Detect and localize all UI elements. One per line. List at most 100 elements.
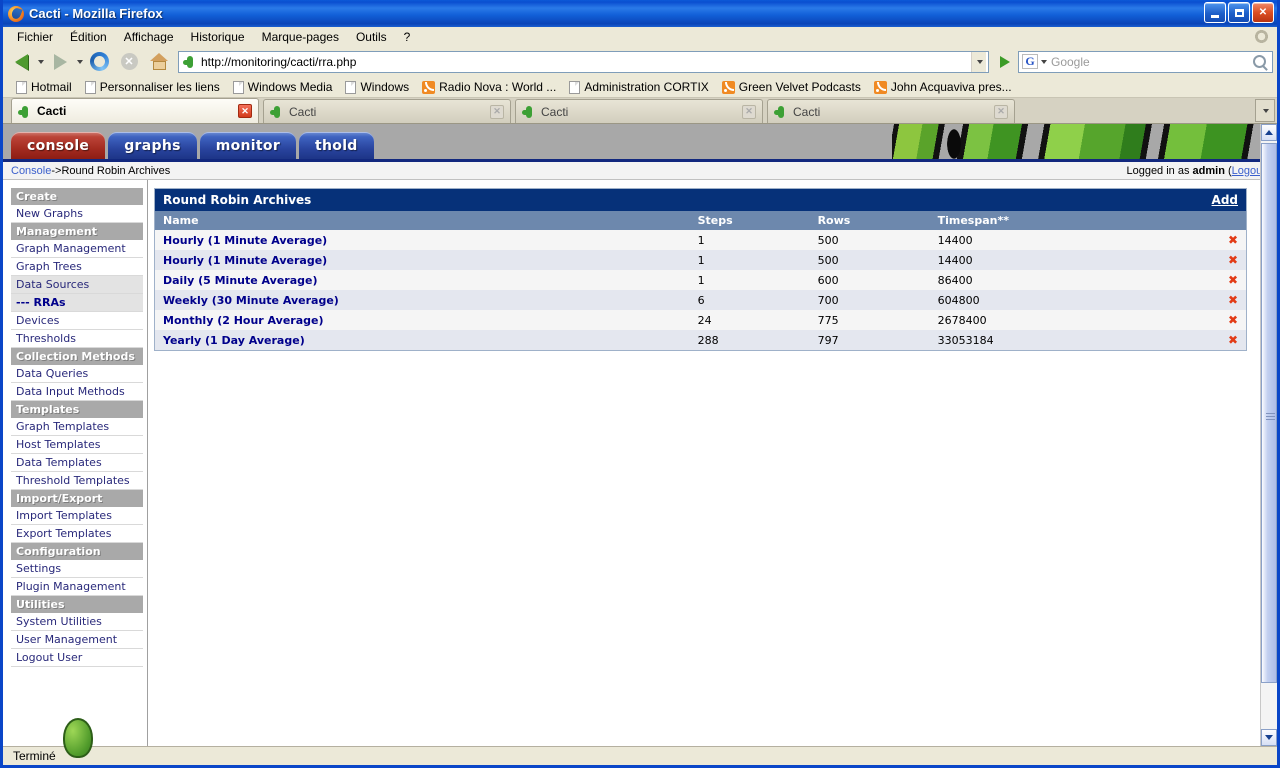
delete-x-icon[interactable]: ✖ (1228, 253, 1238, 267)
scrollbar-track[interactable] (1261, 141, 1277, 729)
tab-cacti-3[interactable]: Cacti ✕ (515, 99, 763, 123)
column-header-rows[interactable]: Rows (809, 211, 930, 230)
sidebar-item-graph-trees[interactable]: Graph Trees (11, 258, 143, 276)
close-icon[interactable]: ✕ (490, 104, 504, 119)
scroll-up-button[interactable] (1261, 124, 1277, 141)
nav-tab-console[interactable]: console (11, 132, 106, 159)
rra-link[interactable]: Daily (5 Minute Average) (163, 274, 318, 287)
sidebar-item-plugin-management[interactable]: Plugin Management (11, 578, 143, 596)
bookmark-administration-cortix[interactable]: Administration CORTIX (564, 79, 713, 95)
minimize-button[interactable] (1204, 2, 1226, 23)
delete-x-icon[interactable]: ✖ (1228, 313, 1238, 327)
column-header-timespan[interactable]: Timespan** (929, 211, 1220, 230)
bookmark-windows-media[interactable]: Windows Media (228, 79, 338, 95)
address-bar[interactable]: http://monitoring/cacti/rra.php (178, 50, 989, 73)
sidebar-item-host-templates[interactable]: Host Templates (11, 436, 143, 454)
close-icon[interactable]: ✕ (238, 104, 252, 118)
sidebar-item-data-sources[interactable]: Data Sources (11, 276, 143, 294)
forward-button[interactable] (46, 49, 74, 75)
nav-tab-graphs[interactable]: graphs (108, 132, 197, 159)
bookmark-windows[interactable]: Windows (340, 79, 414, 95)
close-button[interactable]: ✕ (1252, 2, 1274, 23)
sidebar-item-thresholds[interactable]: Thresholds (11, 330, 143, 348)
bookmark-personnaliser-les-liens[interactable]: Personnaliser les liens (80, 79, 225, 95)
search-bar[interactable]: G Google (1018, 50, 1273, 73)
sidebar-item-threshold-templates[interactable]: Threshold Templates (11, 472, 143, 490)
url-dropdown-icon[interactable] (971, 51, 986, 72)
table-row[interactable]: Weekly (30 Minute Average) 6 700 604800 … (155, 290, 1246, 310)
sidebar-item-rras[interactable]: --- RRAs (11, 294, 143, 312)
delete-x-icon[interactable]: ✖ (1228, 293, 1238, 307)
rra-link[interactable]: Monthly (2 Hour Average) (163, 314, 324, 327)
column-header-name[interactable]: Name (155, 211, 690, 230)
page-icon (16, 80, 27, 94)
sidebar-item-logout-user[interactable]: Logout User (11, 649, 143, 667)
bookmark-hotmail[interactable]: Hotmail (11, 79, 77, 95)
go-button[interactable] (994, 51, 1016, 73)
nav-tab-monitor[interactable]: monitor (199, 132, 297, 159)
back-dropdown-icon[interactable] (38, 59, 44, 64)
maximize-button[interactable] (1228, 2, 1250, 23)
cell-name: Monthly (2 Hour Average) (155, 310, 690, 330)
delete-x-icon[interactable]: ✖ (1228, 273, 1238, 287)
sidebar-item-data-templates[interactable]: Data Templates (11, 454, 143, 472)
rra-link[interactable]: Yearly (1 Day Average) (163, 334, 305, 347)
add-link[interactable]: Add (1212, 193, 1238, 207)
menu-fichier[interactable]: Fichier (9, 28, 61, 46)
sidebar-item-new-graphs[interactable]: New Graphs (11, 205, 143, 223)
vertical-scrollbar[interactable] (1260, 124, 1277, 746)
menu-affichage[interactable]: Affichage (116, 28, 182, 46)
back-button[interactable] (7, 49, 35, 75)
table-row[interactable]: Monthly (2 Hour Average) 24 775 2678400 … (155, 310, 1246, 330)
rra-link[interactable]: Hourly (1 Minute Average) (163, 234, 327, 247)
sidebar-item-export-templates[interactable]: Export Templates (11, 525, 143, 543)
breadcrumb-console-link[interactable]: Console (11, 165, 51, 177)
scroll-down-button[interactable] (1261, 729, 1277, 746)
tab-cacti-1[interactable]: Cacti ✕ (11, 98, 259, 123)
rra-link[interactable]: Weekly (30 Minute Average) (163, 294, 339, 307)
delete-x-icon[interactable]: ✖ (1228, 233, 1238, 247)
nav-tab-thold[interactable]: thold (299, 132, 374, 159)
menu-help[interactable]: ? (396, 28, 419, 46)
scrollbar-thumb[interactable] (1261, 143, 1277, 683)
menu-outils[interactable]: Outils (348, 28, 395, 46)
table-row[interactable]: Yearly (1 Day Average) 288 797 33053184 … (155, 330, 1246, 350)
tab-cacti-2[interactable]: Cacti ✕ (263, 99, 511, 123)
search-input[interactable]: Google (1047, 55, 1253, 69)
sidebar-item-import-templates[interactable]: Import Templates (11, 507, 143, 525)
forward-dropdown-icon[interactable] (77, 59, 83, 64)
menu-historique[interactable]: Historique (183, 28, 253, 46)
search-icon[interactable] (1253, 55, 1266, 68)
sidebar-item-graph-management[interactable]: Graph Management (11, 240, 143, 258)
table-row[interactable]: Hourly (1 Minute Average) 1 500 14400 ✖ (155, 230, 1246, 250)
menu-edition[interactable]: Édition (62, 28, 115, 46)
url-text[interactable]: http://monitoring/cacti/rra.php (201, 55, 971, 69)
reload-button[interactable] (85, 49, 113, 75)
sidebar-item-system-utilities[interactable]: System Utilities (11, 613, 143, 631)
sidebar-item-settings[interactable]: Settings (11, 560, 143, 578)
gear-icon[interactable] (1254, 29, 1269, 44)
cacti-logo (11, 700, 143, 758)
stop-button[interactable]: ✕ (115, 49, 143, 75)
cell-rows: 500 (817, 253, 839, 267)
sidebar-item-devices[interactable]: Devices (11, 312, 143, 330)
bookmark-john-acquaviva[interactable]: John Acquaviva pres... (869, 79, 1017, 95)
table-row[interactable]: Daily (5 Minute Average) 1 600 86400 ✖ (155, 270, 1246, 290)
home-button[interactable] (145, 49, 173, 75)
menu-marque-pages[interactable]: Marque-pages (254, 28, 347, 46)
bookmark-radio-nova[interactable]: Radio Nova : World ... (417, 79, 561, 95)
close-icon[interactable]: ✕ (742, 104, 756, 119)
tab-cacti-4[interactable]: Cacti ✕ (767, 99, 1015, 123)
column-header-steps[interactable]: Steps (689, 211, 810, 230)
sidebar-item-graph-templates[interactable]: Graph Templates (11, 418, 143, 436)
tab-list-dropdown-icon[interactable] (1255, 99, 1275, 122)
sidebar-item-data-queries[interactable]: Data Queries (11, 365, 143, 383)
google-icon[interactable]: G (1022, 54, 1038, 69)
sidebar-item-data-input-methods[interactable]: Data Input Methods (11, 383, 143, 401)
close-icon[interactable]: ✕ (994, 104, 1008, 119)
delete-x-icon[interactable]: ✖ (1228, 333, 1238, 347)
bookmark-green-velvet-podcasts[interactable]: Green Velvet Podcasts (717, 79, 866, 95)
rra-link[interactable]: Hourly (1 Minute Average) (163, 254, 327, 267)
sidebar-item-user-management[interactable]: User Management (11, 631, 143, 649)
table-row[interactable]: Hourly (1 Minute Average) 1 500 14400 ✖ (155, 250, 1246, 270)
